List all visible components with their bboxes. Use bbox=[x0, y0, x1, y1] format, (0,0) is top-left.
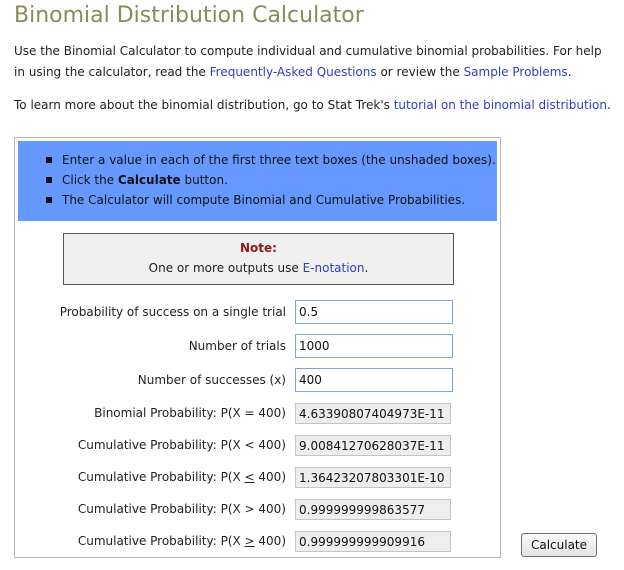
instruction-item: Click the Calculate button. bbox=[46, 170, 496, 190]
learn-more-paragraph: To learn more about the binomial distrib… bbox=[14, 98, 611, 112]
note-box: Note: One or more outputs use E-notation… bbox=[63, 233, 454, 285]
probability-label: Probability of success on a single trial bbox=[59, 305, 286, 319]
cumulative-gt-output: 0.999999999863577 bbox=[295, 499, 451, 520]
cumulative-le-output: 1.36423207803301E-10 bbox=[295, 467, 451, 488]
cumulative-le-label: Cumulative Probability: P(X < 400) bbox=[77, 470, 286, 484]
intro-paragraph: Use the Binomial Calculator to compute i… bbox=[14, 44, 602, 79]
page-title: Binomial Distribution Calculator bbox=[14, 3, 364, 28]
note-text: One or more outputs use E-notation. bbox=[148, 261, 369, 275]
instruction-item: Enter a value in each of the first three… bbox=[46, 150, 496, 170]
cumulative-gt-row: Cumulative Probability: P(X > 400) 0.999… bbox=[15, 497, 500, 523]
sample-problems-link[interactable]: Sample Problems bbox=[464, 65, 568, 79]
calculator-page: Binomial Distribution Calculator Use the… bbox=[0, 0, 624, 570]
binomial-probability-label: Binomial Probability: P(X = 400) bbox=[94, 406, 286, 420]
cumulative-gt-label: Cumulative Probability: P(X > 400) bbox=[77, 502, 286, 516]
instructions-box: Enter a value in each of the first three… bbox=[18, 141, 497, 221]
successes-row: Number of successes (x) bbox=[15, 368, 500, 394]
instruction-item: The Calculator will compute Binomial and… bbox=[46, 190, 496, 210]
trials-input[interactable] bbox=[295, 334, 453, 358]
note-title: Note: bbox=[240, 241, 277, 255]
bullet-icon bbox=[46, 157, 52, 163]
tutorial-link[interactable]: tutorial on the binomial distribution bbox=[394, 98, 607, 112]
probability-row: Probability of success on a single trial bbox=[15, 300, 500, 326]
faq-link[interactable]: Frequently-Asked Questions bbox=[210, 65, 377, 79]
cumulative-lt-output: 9.00841270628037E-11 bbox=[295, 435, 451, 456]
cumulative-le-row: Cumulative Probability: P(X < 400) 1.364… bbox=[15, 465, 500, 491]
binomial-probability-row: Binomial Probability: P(X = 400) 4.63390… bbox=[15, 401, 500, 427]
cumulative-ge-label: Cumulative Probability: P(X > 400) bbox=[77, 534, 286, 548]
cumulative-lt-row: Cumulative Probability: P(X < 400) 9.008… bbox=[15, 433, 500, 459]
calculator-panel: Enter a value in each of the first three… bbox=[14, 137, 501, 558]
trials-row: Number of trials bbox=[15, 334, 500, 360]
cumulative-ge-row: Cumulative Probability: P(X > 400) 0.999… bbox=[15, 529, 500, 555]
binomial-probability-output: 4.63390807404973E-11 bbox=[295, 403, 451, 424]
calculate-button[interactable]: Calculate bbox=[521, 533, 597, 557]
cumulative-lt-label: Cumulative Probability: P(X < 400) bbox=[77, 438, 286, 452]
cumulative-ge-output: 0.999999999909916 bbox=[295, 531, 451, 552]
successes-label: Number of successes (x) bbox=[137, 373, 286, 387]
probability-input[interactable] bbox=[295, 300, 453, 324]
bullet-icon bbox=[46, 197, 52, 203]
bullet-icon bbox=[46, 177, 52, 183]
instructions-list: Enter a value in each of the first three… bbox=[46, 150, 496, 210]
successes-input[interactable] bbox=[295, 368, 453, 392]
e-notation-link[interactable]: E-notation bbox=[303, 261, 365, 275]
trials-label: Number of trials bbox=[188, 339, 286, 353]
